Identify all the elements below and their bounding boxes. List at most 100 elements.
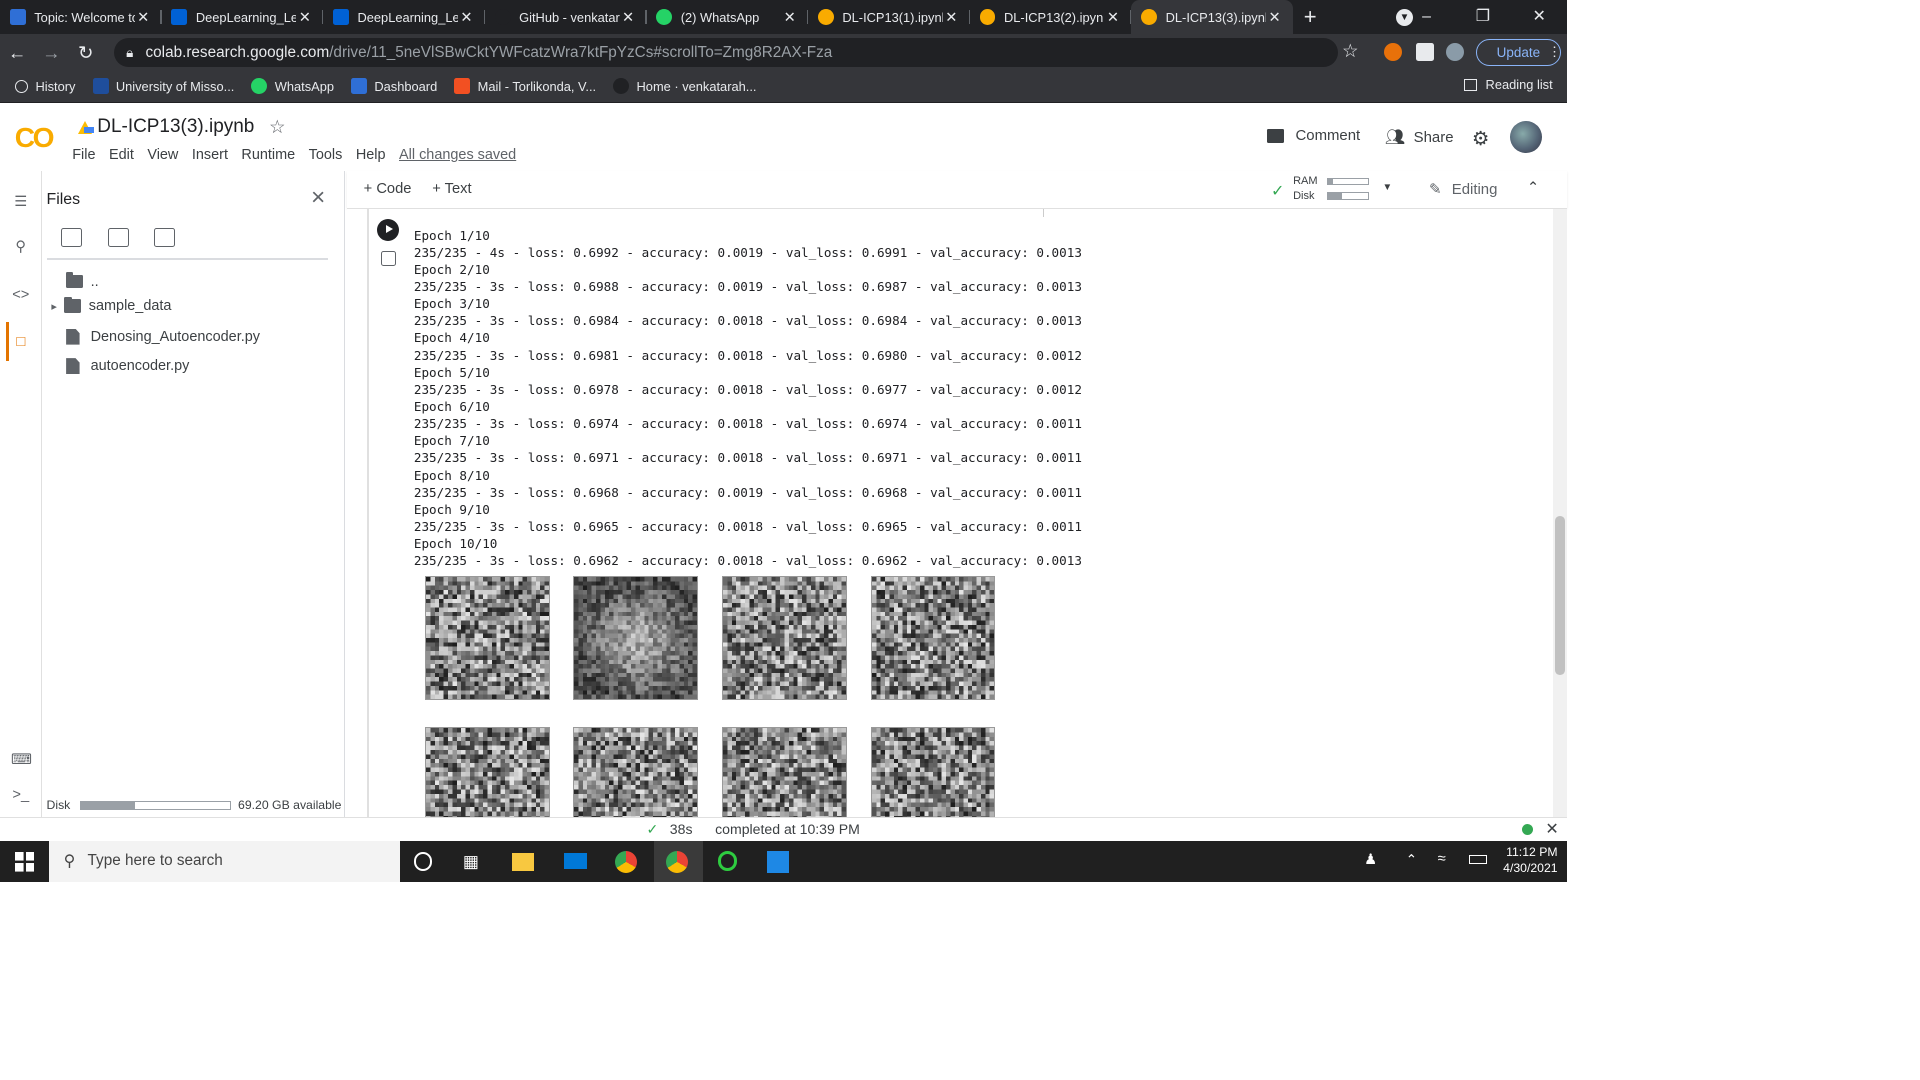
puzzle-icon[interactable]: [1415, 42, 1434, 62]
file-name: Denosing_Autoencoder.py: [90, 328, 260, 345]
people-icon[interactable]: ♟: [1364, 851, 1377, 868]
ram-fill: [1328, 178, 1334, 184]
menu-view[interactable]: View: [147, 147, 178, 163]
scrollbar[interactable]: [1552, 209, 1568, 817]
address-bar[interactable]: 🔒︎ colab.research.google.com /drive/11_5…: [113, 37, 1339, 68]
battery-icon[interactable]: [1469, 854, 1487, 865]
cortana-icon[interactable]: [413, 852, 433, 871]
menu-tools[interactable]: Tools: [309, 147, 343, 163]
menu-file[interactable]: File: [72, 147, 95, 163]
browser-tab[interactable]: DL-ICP13(2).ipynb ✕: [970, 0, 1132, 34]
expand-arrow-icon[interactable]: ▸: [51, 300, 57, 313]
scroll-thumb[interactable]: [1555, 515, 1565, 675]
reading-list[interactable]: Reading list: [1463, 77, 1553, 92]
close-icon[interactable]: ×: [311, 184, 325, 212]
browser-tab[interactable]: GitHub - venkatar ✕: [485, 0, 647, 34]
save-status[interactable]: All changes saved: [399, 147, 516, 163]
bookmark-item[interactable]: Mail - Torlikonda, V...: [454, 78, 596, 95]
file-item[interactable]: autoencoder.py: [66, 354, 189, 378]
command-palette-icon[interactable]: ⌨: [11, 751, 32, 771]
code-snippets-icon[interactable]: <>: [11, 287, 31, 307]
parent-folder[interactable]: ..: [66, 269, 99, 293]
close-status-icon[interactable]: ✕: [1545, 819, 1558, 839]
media-icon[interactable]: [766, 851, 789, 874]
terminal-icon[interactable]: >_: [11, 787, 31, 807]
browser-tab[interactable]: DeepLearning_Les ✕: [323, 0, 485, 34]
menu-runtime[interactable]: Runtime: [241, 147, 295, 163]
file-explorer-icon[interactable]: [511, 853, 534, 871]
star-icon[interactable]: ☆: [269, 116, 285, 138]
bookmark-item[interactable]: History: [14, 79, 75, 94]
drive-icon[interactable]: [78, 121, 95, 134]
mount-drive-icon[interactable]: [154, 227, 176, 248]
back-icon[interactable]: ←: [0, 42, 34, 64]
file-icon: [66, 358, 80, 375]
close-tab-icon[interactable]: ✕: [296, 9, 313, 26]
system-clock[interactable]: 11:12 PM 4/30/2021: [1503, 845, 1557, 877]
app-circle-icon[interactable]: [717, 851, 738, 871]
folder-item[interactable]: ▸ sample_data: [51, 294, 171, 318]
wifi-icon[interactable]: ≈: [1438, 851, 1446, 867]
menu-edit[interactable]: Edit: [109, 147, 134, 163]
bookmark-item[interactable]: WhatsApp: [251, 78, 334, 95]
browser-tab[interactable]: (2) WhatsApp ✕: [647, 0, 809, 34]
windows-start-icon[interactable]: [14, 852, 35, 872]
browser-tab[interactable]: DeepLearning_Les ✕: [162, 0, 324, 34]
task-view-icon[interactable]: ▦: [463, 851, 485, 873]
colab-logo[interactable]: CO: [15, 122, 55, 154]
chevron-up-icon[interactable]: ⌃: [1406, 852, 1417, 868]
close-tab-icon[interactable]: ✕: [1266, 9, 1283, 26]
epoch-line: Epoch 10/10: [413, 536, 498, 552]
add-text-button[interactable]: + Text: [432, 181, 471, 197]
close-tab-icon[interactable]: ✕: [458, 9, 475, 26]
bookmark-item[interactable]: University of Misso...: [92, 78, 235, 95]
browser-menu-icon[interactable]: ⋮: [1548, 44, 1561, 60]
mail-icon[interactable]: [564, 853, 587, 870]
toc-icon[interactable]: ☰: [11, 193, 31, 213]
search-icon[interactable]: ⚲: [11, 238, 31, 258]
output-image: [573, 575, 698, 701]
bookmark-item[interactable]: Dashboard: [351, 78, 437, 95]
extension-icon[interactable]: [1383, 42, 1403, 62]
resources-indicator[interactable]: RAM Disk: [1293, 174, 1317, 203]
taskbar-search[interactable]: ⚲ Type here to search: [48, 841, 401, 882]
reload-icon[interactable]: ↻: [69, 42, 103, 64]
close-tab-icon[interactable]: ✕: [943, 9, 960, 26]
menu-insert[interactable]: Insert: [192, 147, 228, 163]
settings-gear-icon[interactable]: ⚙: [1472, 127, 1490, 151]
box-icon: [333, 9, 349, 26]
bookmark-label: University of Misso...: [115, 78, 235, 94]
close-tab-icon[interactable]: ✕: [1104, 9, 1121, 26]
bookmark-item[interactable]: Home · venkatarah...: [613, 78, 756, 95]
bookmark-star-icon[interactable]: ☆: [1342, 40, 1358, 62]
add-code-button[interactable]: + Code: [364, 181, 412, 197]
file-item[interactable]: Denosing_Autoencoder.py: [66, 324, 260, 348]
browser-tab[interactable]: Topic: Welcome to ✕: [0, 0, 162, 34]
menu-help[interactable]: Help: [356, 147, 386, 163]
folder-icon[interactable]: □: [11, 334, 31, 354]
notebook-title[interactable]: DL-ICP13(3).ipynb: [97, 116, 254, 138]
restore-icon[interactable]: ❐: [1455, 0, 1511, 34]
chrome-icon[interactable]: [614, 851, 637, 874]
browser-tab[interactable]: DL-ICP13(3).ipynb ✕: [1131, 0, 1293, 35]
close-window-icon[interactable]: ✕: [1511, 0, 1567, 34]
avatar[interactable]: [1509, 121, 1542, 154]
forward-icon[interactable]: →: [34, 42, 68, 64]
new-tab-button[interactable]: +: [1293, 0, 1327, 34]
colab-icon: [1141, 9, 1158, 26]
output-actions-icon[interactable]: [380, 251, 396, 266]
comment-button[interactable]: Comment: [1267, 127, 1360, 144]
close-tab-icon[interactable]: ✕: [620, 9, 637, 26]
browser-toolbar: ← → ↻ 🔒︎ colab.research.google.com /driv…: [0, 34, 1568, 72]
close-tab-icon[interactable]: ✕: [781, 9, 798, 26]
chevron-down-icon[interactable]: ▼: [1382, 182, 1392, 193]
browser-tab[interactable]: DL-ICP13(1).ipynb ✕: [808, 0, 970, 34]
upload-icon[interactable]: [61, 227, 83, 248]
close-tab-icon[interactable]: ✕: [135, 9, 152, 26]
editing-mode[interactable]: ✎ Editing: [1429, 180, 1497, 198]
output-image: [870, 575, 996, 701]
refresh-folder-icon[interactable]: [107, 227, 129, 248]
collapse-header-icon[interactable]: ⌃: [1527, 179, 1539, 196]
share-button[interactable]: 👥︎ Share: [1385, 127, 1454, 147]
profile-menu-icon[interactable]: ▼: [1395, 8, 1414, 26]
